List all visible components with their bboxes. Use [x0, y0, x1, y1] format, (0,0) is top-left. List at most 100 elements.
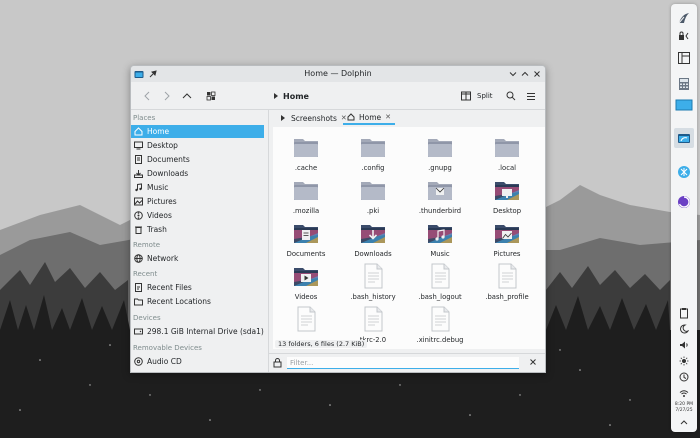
downloads-icon [134, 169, 143, 178]
back-button[interactable] [139, 89, 155, 103]
firefox-icon[interactable] [674, 192, 694, 212]
trash-icon [134, 225, 143, 234]
file-name: .config [361, 164, 385, 172]
file-view[interactable]: .cache .config .gnupg .local .mozilla .pki .th… [273, 127, 545, 349]
menu-button[interactable] [523, 89, 539, 103]
folder-icon [294, 182, 318, 200]
toolbar: Home Split [131, 82, 545, 110]
night-color-icon[interactable] [674, 322, 694, 336]
sidebar-item-desktop[interactable]: Desktop [131, 139, 265, 152]
sidebar-item-recent-files[interactable]: Recent Files [131, 281, 265, 294]
file-item[interactable]: Downloads [342, 219, 404, 261]
folder-music-icon [428, 225, 452, 243]
volume-icon[interactable] [674, 338, 694, 352]
section-places: Places [133, 114, 156, 122]
right-panel: 8:20 PM 7/27/25 [671, 4, 697, 432]
sidebar-item-pictures[interactable]: Pictures [131, 195, 265, 208]
sidebar-item-trash[interactable]: Trash [131, 223, 265, 236]
folder-desktop-icon [495, 182, 519, 200]
file-item[interactable]: .mozilla [275, 176, 337, 218]
file-item[interactable]: Videos [275, 262, 337, 304]
chevron-right-icon [274, 93, 278, 99]
file-item[interactable]: Documents [275, 219, 337, 261]
home-icon [134, 127, 143, 136]
folder-icon [294, 139, 318, 157]
file-item[interactable]: .bash_logout [409, 262, 471, 304]
sidebar-item-documents[interactable]: Documents [131, 153, 265, 166]
file-name: Pictures [493, 250, 521, 258]
sidebar-item-label: Recent Files [147, 283, 192, 292]
titlebar[interactable]: Home — Dolphin [131, 66, 545, 82]
file-item[interactable]: .bash_profile [476, 262, 538, 304]
up-button[interactable] [179, 89, 195, 103]
calculator-icon[interactable] [674, 74, 694, 94]
sidebar-item-internal-drive[interactable]: 298.1 GiB Internal Drive (sda1) [131, 325, 265, 338]
breadcrumb[interactable]: Home [273, 89, 309, 103]
file-name: .mozilla [292, 207, 320, 215]
filter-lock-icon[interactable] [273, 358, 283, 368]
tab-screenshots[interactable]: Screenshots ✕ [275, 111, 351, 125]
discover-icon[interactable] [674, 162, 694, 182]
close-icon[interactable] [531, 68, 543, 80]
cd-icon [134, 357, 143, 366]
sidebar-item-label: Trash [147, 225, 167, 234]
sidebar-item-label: Audio CD [147, 357, 182, 366]
search-button[interactable] [503, 89, 519, 103]
file-item[interactable]: Music [409, 219, 471, 261]
documents-icon [134, 155, 143, 164]
widgets-icon[interactable] [674, 48, 694, 68]
lock-icon[interactable] [674, 30, 694, 42]
section-devices: Devices [133, 314, 161, 322]
file-item[interactable]: .bash_history [342, 262, 404, 304]
file-item[interactable]: .config [342, 133, 404, 175]
tab-close-icon[interactable]: ✕ [385, 113, 391, 121]
file-name: .thunderbird [418, 207, 462, 215]
drive-icon [134, 327, 143, 336]
desktop-pager-icon[interactable] [674, 95, 694, 115]
app-launcher-icon[interactable] [674, 8, 694, 28]
file-item[interactable]: .local [476, 133, 538, 175]
updates-icon[interactable] [674, 370, 694, 384]
file-item[interactable]: Desktop [476, 176, 538, 218]
split-button[interactable]: Split [461, 89, 493, 103]
file-item[interactable]: .cache [275, 133, 337, 175]
file-item[interactable]: .gnupg [409, 133, 471, 175]
sidebar-item-downloads[interactable]: Downloads [131, 167, 265, 180]
clipboard-icon[interactable] [674, 306, 694, 320]
brightness-icon[interactable] [674, 354, 694, 368]
minimize-icon[interactable] [507, 68, 519, 80]
split-view-icon [461, 91, 471, 101]
breadcrumb-home[interactable]: Home [283, 92, 309, 101]
sidebar-item-recent-locations[interactable]: Recent Locations [131, 295, 265, 308]
file-item[interactable]: .pki [342, 176, 404, 218]
maximize-icon[interactable] [519, 68, 531, 80]
chevron-up-icon[interactable] [674, 416, 694, 428]
filter-bar [269, 353, 545, 372]
section-remote: Remote [133, 241, 161, 249]
tab-home[interactable]: Home ✕ [343, 111, 396, 125]
dolphin-task-icon[interactable] [674, 128, 694, 148]
text-file-icon [498, 263, 517, 289]
tab-label: Home [359, 112, 382, 122]
file-name: .bash_logout [418, 293, 462, 301]
folder-icon [495, 139, 519, 157]
file-item[interactable]: .thunderbird [409, 176, 471, 218]
folder-icon [361, 182, 385, 200]
sidebar-item-audio-cd[interactable]: Audio CD [131, 355, 265, 368]
file-item[interactable]: Pictures [476, 219, 538, 261]
text-file-icon [364, 306, 383, 332]
sidebar-item-network[interactable]: Network [131, 252, 265, 265]
sidebar-item-home[interactable]: Home [131, 125, 264, 138]
sidebar-item-videos[interactable]: Videos [131, 209, 265, 222]
clock-date[interactable]: 7/27/25 [671, 408, 697, 414]
sidebar-item-label: Downloads [147, 169, 189, 178]
forward-button[interactable] [159, 89, 175, 103]
view-mode-button[interactable] [203, 89, 219, 103]
filter-close-icon[interactable] [529, 358, 539, 368]
file-name: Downloads [354, 250, 392, 258]
wifi-icon[interactable] [674, 386, 694, 400]
music-icon [134, 183, 143, 192]
filter-input[interactable] [287, 357, 519, 369]
sidebar-item-music[interactable]: Music [131, 181, 265, 194]
hamburger-menu-icon [527, 92, 535, 100]
